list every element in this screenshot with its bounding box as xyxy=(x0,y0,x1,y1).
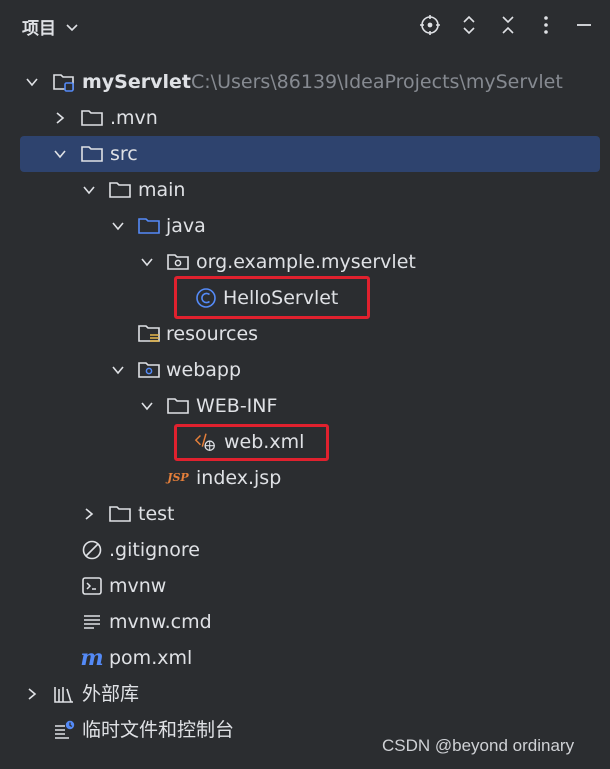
maven-icon: m xyxy=(80,645,104,671)
jsp-icon: JSP xyxy=(167,471,189,484)
scratches-icon xyxy=(52,712,76,748)
tree-node-main[interactable]: main xyxy=(0,172,610,208)
package-icon xyxy=(166,244,190,280)
tree-node-helloservlet[interactable]: HelloServlet xyxy=(0,280,610,316)
source-folder-icon xyxy=(137,208,161,244)
ignore-file-icon xyxy=(80,532,104,568)
xml-web-icon xyxy=(194,424,218,460)
chevron-right-icon[interactable] xyxy=(22,676,42,712)
tree-node-webinf[interactable]: WEB-INF xyxy=(0,388,610,424)
tree-node-external-libraries[interactable]: 外部库 xyxy=(0,676,610,712)
panel-title: 项目 xyxy=(22,19,56,39)
chevron-down-icon[interactable] xyxy=(108,208,128,244)
folder-icon xyxy=(80,100,104,136)
tree-label: myServlet xyxy=(82,71,191,93)
folder-icon xyxy=(108,496,132,532)
tree-label: main xyxy=(138,179,186,201)
tree-label: mvnw.cmd xyxy=(109,611,212,633)
tree-label: pom.xml xyxy=(109,647,193,669)
tree-label: .gitignore xyxy=(109,539,200,561)
tree-node-pom[interactable]: m pom.xml xyxy=(0,640,610,676)
tree-label: .mvn xyxy=(110,107,158,129)
module-folder-icon xyxy=(52,64,76,100)
tree-node-resources[interactable]: resources xyxy=(0,316,610,352)
tree-node-package[interactable]: org.example.myservlet xyxy=(0,244,610,280)
project-view-selector[interactable]: 项目 xyxy=(22,14,80,39)
tree-label: 外部库 xyxy=(82,683,140,705)
tree-node-mvnw[interactable]: mvnw xyxy=(0,568,610,604)
text-file-icon xyxy=(80,604,104,640)
tree-node-src[interactable]: src xyxy=(20,136,600,172)
project-panel-header: 项目 xyxy=(0,0,610,52)
more-icon[interactable] xyxy=(534,13,558,37)
tree-node-webxml[interactable]: web.xml xyxy=(0,424,610,460)
chevron-down-icon[interactable] xyxy=(79,172,99,208)
tree-label: resources xyxy=(166,323,259,345)
chevron-down-icon xyxy=(66,23,78,31)
chevron-right-icon[interactable] xyxy=(50,100,70,136)
tree-node-test[interactable]: test xyxy=(0,496,610,532)
folder-icon xyxy=(80,136,104,172)
class-icon xyxy=(194,280,218,316)
module-path: C:\Users\86139\IdeaProjects\myServlet xyxy=(191,71,563,93)
tree-node-gitignore[interactable]: .gitignore xyxy=(0,532,610,568)
tree-label: test xyxy=(138,503,175,525)
chevron-right-icon[interactable] xyxy=(79,496,99,532)
resources-folder-icon xyxy=(137,316,161,352)
folder-icon xyxy=(166,388,190,424)
tree-node-webapp[interactable]: webapp xyxy=(0,352,610,388)
terminal-file-icon xyxy=(80,568,104,604)
locate-icon[interactable] xyxy=(418,13,442,37)
chevron-down-icon[interactable] xyxy=(22,64,42,100)
expand-all-icon[interactable] xyxy=(457,13,481,37)
tree-node-mvnwcmd[interactable]: mvnw.cmd xyxy=(0,604,610,640)
folder-icon xyxy=(108,172,132,208)
tree-label: java xyxy=(166,215,206,237)
chevron-down-icon[interactable] xyxy=(137,244,157,280)
minimize-icon[interactable] xyxy=(572,13,596,37)
chevron-down-icon[interactable] xyxy=(108,352,128,388)
tree-label: org.example.myservlet xyxy=(196,251,416,273)
chevron-down-icon[interactable] xyxy=(50,136,70,172)
tree-node-mvn[interactable]: .mvn xyxy=(0,100,610,136)
tree-label: mvnw xyxy=(109,575,167,597)
library-icon xyxy=(52,676,76,712)
collapse-all-icon[interactable] xyxy=(496,13,520,37)
tree-label: index.jsp xyxy=(196,467,282,489)
tree-node-myservlet[interactable]: myServlet C:\Users\86139\IdeaProjects\my… xyxy=(0,64,610,100)
tree-node-indexjsp[interactable]: JSP index.jsp xyxy=(0,460,610,496)
tree-label: WEB-INF xyxy=(196,395,278,417)
tree-label: web.xml xyxy=(224,431,305,453)
watermark: CSDN @beyond ordinary xyxy=(382,736,575,755)
chevron-down-icon[interactable] xyxy=(137,388,157,424)
tree-node-java[interactable]: java xyxy=(0,208,610,244)
tree-label: src xyxy=(110,143,138,165)
tree-label: HelloServlet xyxy=(223,287,339,309)
tree-label: 临时文件和控制台 xyxy=(82,719,235,741)
tree-label: webapp xyxy=(166,359,242,381)
web-folder-icon xyxy=(137,352,161,388)
